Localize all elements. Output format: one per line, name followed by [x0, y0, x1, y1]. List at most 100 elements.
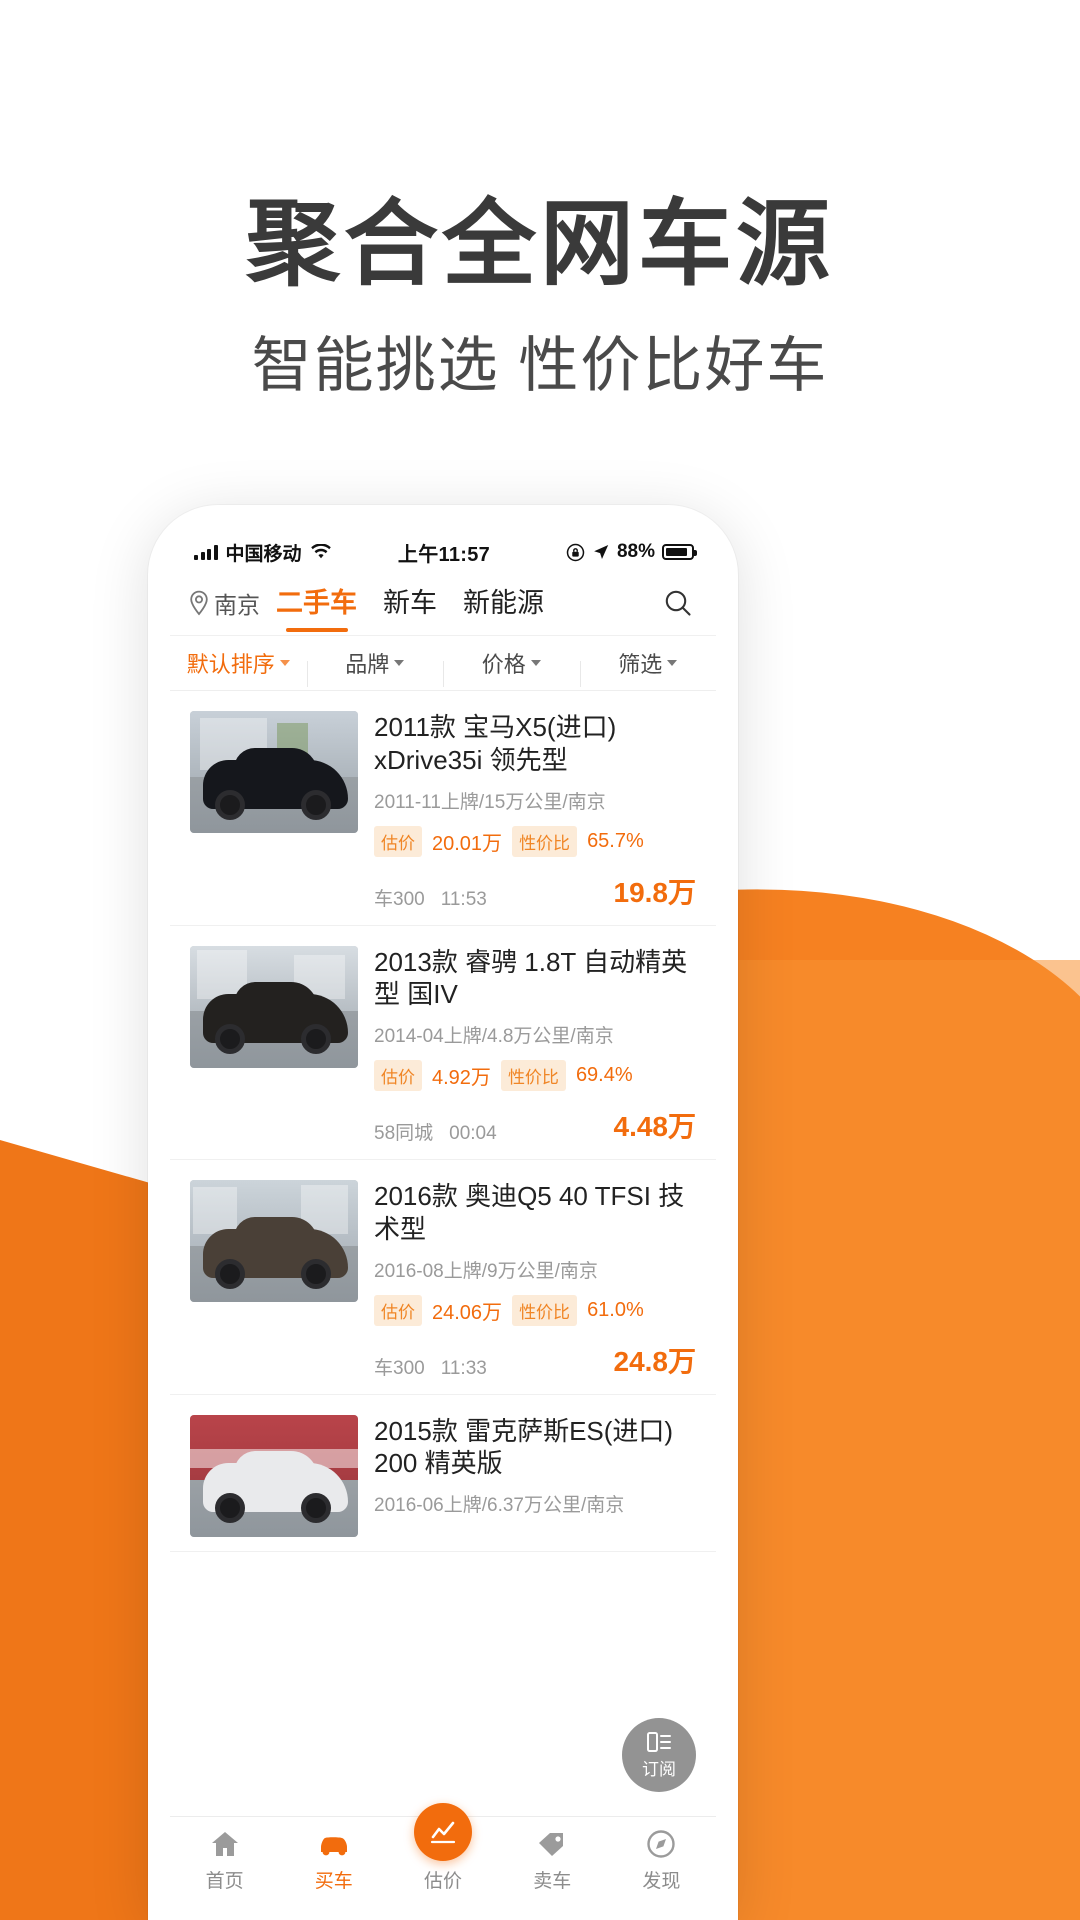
estimate-value: 4.92万: [432, 1067, 491, 1089]
estimate-label: 估价: [374, 825, 422, 857]
listing-title: 2016款 奥迪Q5 40 TFSI 技术型: [374, 1181, 685, 1244]
listing-source: 车300: [374, 888, 425, 910]
filter-default-sort[interactable]: 默认排序: [170, 647, 307, 679]
tabbar-item-buy[interactable]: 买车: [279, 1827, 388, 1893]
estimate-value: 20.01万: [432, 832, 503, 855]
promo-text-block: 聚合全网车源 智能挑选 性价比好车: [0, 196, 1080, 404]
car-thumbnail: [190, 1414, 358, 1537]
filter-price-label: 价格: [481, 652, 526, 677]
status-bar-right: 88%: [490, 541, 697, 563]
subscribe-floating-button[interactable]: 订阅: [622, 1718, 696, 1792]
battery-icon: [662, 544, 697, 560]
listing-tags: 估价 24.06万 性价比 61.0%: [374, 1294, 696, 1326]
listing-footer: 车300 11:33 24.8万: [374, 1340, 696, 1380]
listing-info: 2013款 睿骋 1.8T 自动精英型 国IV 2014-04上牌/4.8万公里…: [374, 946, 696, 1146]
listing-tags: 估价 4.92万 性价比 69.4%: [374, 1060, 696, 1091]
ratio-value: 65.7%: [587, 829, 644, 852]
listing-title: 2013款 睿骋 1.8T 自动精英型 国IV: [374, 946, 688, 1010]
listing-meta: 2014-04上牌/4.8万公里/南京: [374, 1026, 614, 1047]
estimate-value: 24.06万: [432, 1301, 503, 1324]
tabbar-item-discover[interactable]: 发现: [607, 1827, 716, 1893]
tabbar-label-estimate: 估价: [424, 1871, 463, 1892]
listing-title: 2015款 雷克萨斯ES(进口) 200 精英版: [374, 1415, 674, 1479]
location-selector[interactable]: 南京: [188, 586, 260, 620]
status-bar-left: 中国移动: [194, 539, 398, 566]
rotation-lock-icon: [566, 543, 585, 561]
listing-time: 11:53: [440, 888, 487, 910]
listing-source: 车300: [374, 1357, 425, 1379]
filter-brand-label: 品牌: [345, 652, 390, 677]
tabbar-item-sell[interactable]: 卖车: [498, 1827, 607, 1893]
filter-price[interactable]: 价格: [443, 647, 580, 687]
top-navigation-bar: 南京 二手车 新车 新能源: [170, 571, 716, 635]
listing-info: 2016款 奥迪Q5 40 TFSI 技术型 2016-08上牌/9万公里/南京…: [374, 1180, 696, 1380]
car-thumbnail: [190, 711, 358, 833]
location-pin-icon: [190, 590, 208, 616]
ratio-value: 61.0%: [587, 1298, 644, 1321]
compass-icon: [646, 1827, 676, 1861]
estimate-label: 估价: [374, 1294, 422, 1326]
list-item[interactable]: 2013款 睿骋 1.8T 自动精英型 国IV 2014-04上牌/4.8万公里…: [170, 926, 716, 1160]
listing-price: 24.8万: [613, 1345, 697, 1377]
ratio-value: 69.4%: [575, 1064, 633, 1086]
tabbar-label-home: 首页: [205, 1871, 244, 1892]
listing-title: 2011款 宝马X5(进口) xDrive35i 领先型: [374, 712, 617, 775]
chevron-down-icon: [279, 660, 290, 666]
listing-price: 4.48万: [613, 1111, 697, 1142]
tabbar-label-discover: 发现: [642, 1871, 681, 1892]
signal-bars-icon: [194, 544, 218, 560]
tabbar-item-estimate[interactable]: 估价: [388, 1803, 497, 1893]
listing-info: 2011款 宝马X5(进口) xDrive35i 领先型 2011-11上牌/1…: [374, 711, 696, 911]
category-tabs: 二手车 新车 新能源: [276, 581, 658, 626]
promo-screenshot: 聚合全网车源 智能挑选 性价比好车 中国移动 上午11:57 88% 南京 二手…: [0, 0, 1080, 1920]
listing-source: 58同城: [374, 1123, 434, 1144]
list-item[interactable]: 2016款 奥迪Q5 40 TFSI 技术型 2016-08上牌/9万公里/南京…: [170, 1160, 716, 1395]
tab-used-cars[interactable]: 二手车: [276, 581, 357, 626]
location-label: 南京: [214, 592, 260, 618]
status-bar: 中国移动 上午11:57 88%: [170, 527, 716, 571]
chart-icon: [414, 1803, 472, 1861]
search-icon: [665, 590, 691, 616]
car-listing-list: 2011款 宝马X5(进口) xDrive35i 领先型 2011-11上牌/1…: [170, 691, 716, 1552]
listing-meta: 2011-11上牌/15万公里/南京: [374, 791, 606, 813]
listing-meta: 2016-06上牌/6.37万公里/南京: [374, 1495, 625, 1516]
car-thumbnail: [190, 1180, 358, 1302]
chevron-down-icon: [394, 660, 405, 666]
filter-bar: 默认排序 品牌 价格 筛选: [170, 635, 716, 691]
listing-time: 00:04: [449, 1123, 497, 1144]
phone-screen: 中国移动 上午11:57 88% 南京 二手车 新车 新能源 默认排序 品牌 价…: [170, 527, 716, 1920]
filter-brand[interactable]: 品牌: [306, 647, 444, 687]
filter-more[interactable]: 筛选: [579, 647, 717, 687]
filter-default-sort-label: 默认排序: [186, 652, 275, 677]
chevron-down-icon: [667, 660, 678, 666]
promo-headline: 聚合全网车源: [245, 193, 834, 297]
tabbar-label-sell: 卖车: [533, 1871, 572, 1892]
filter-more-label: 筛选: [618, 652, 663, 677]
listing-meta: 2016-08上牌/9万公里/南京: [374, 1260, 598, 1282]
phone-mockup: 中国移动 上午11:57 88% 南京 二手车 新车 新能源 默认排序 品牌 价…: [148, 505, 738, 1920]
listing-time: 11:33: [440, 1357, 487, 1379]
listing-footer: 58同城 00:04 4.48万: [374, 1105, 696, 1145]
list-item[interactable]: 2011款 宝马X5(进口) xDrive35i 领先型 2011-11上牌/1…: [170, 691, 716, 926]
wifi-icon: [310, 544, 331, 559]
estimate-label: 估价: [374, 1060, 422, 1091]
tab-new-energy[interactable]: 新能源: [463, 581, 544, 626]
tabbar-item-home[interactable]: 首页: [170, 1827, 279, 1893]
car-icon: [317, 1827, 351, 1861]
listing-tags: 估价 20.01万 性价比 65.7%: [374, 825, 696, 857]
home-icon: [209, 1827, 241, 1861]
location-arrow-icon: [594, 544, 609, 560]
list-item[interactable]: 2015款 雷克萨斯ES(进口) 200 精英版 2016-06上牌/6.37万…: [170, 1395, 716, 1552]
search-button[interactable]: [658, 583, 698, 623]
chevron-down-icon: [530, 660, 541, 666]
carrier-label: 中国移动: [225, 543, 302, 565]
ratio-label: 性价比: [512, 1294, 578, 1326]
ratio-label: 性价比: [500, 1060, 566, 1091]
battery-percent-label: 88%: [616, 541, 655, 562]
listing-price: 19.8万: [613, 876, 697, 908]
tab-new-cars[interactable]: 新车: [383, 581, 437, 626]
listing-footer: 车300 11:53 19.8万: [374, 871, 696, 911]
ratio-label: 性价比: [512, 825, 578, 857]
promo-subheadline: 智能挑选 性价比好车: [251, 331, 829, 399]
subscribe-label: 订阅: [642, 1759, 676, 1779]
